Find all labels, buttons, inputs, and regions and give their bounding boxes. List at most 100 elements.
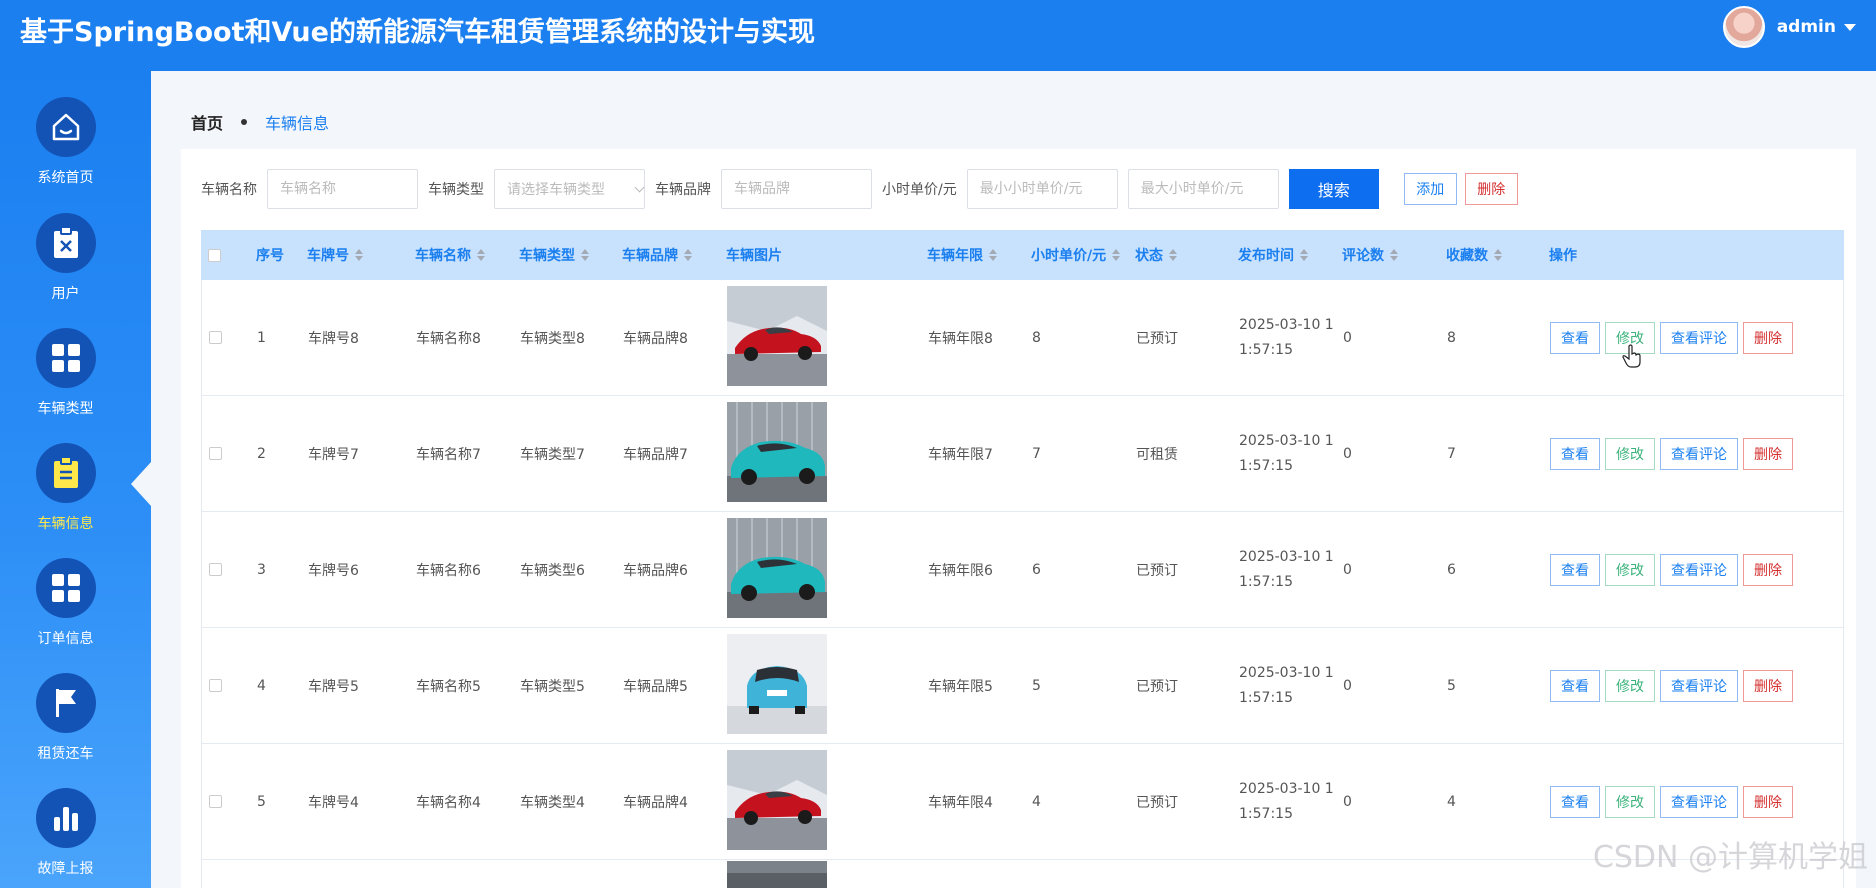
vehicle-brand-input[interactable] <box>721 169 872 209</box>
delete-button[interactable]: 删除 <box>1743 669 1793 702</box>
sidebar-item-fault-report[interactable]: 故障上报 <box>0 782 131 888</box>
grid-icon <box>35 328 96 388</box>
list-clipboard-icon <box>35 443 96 503</box>
col-header[interactable]: 收藏数 <box>1446 245 1502 265</box>
col-header[interactable]: 小时单价/元 <box>1031 245 1121 265</box>
view-button[interactable]: 查看 <box>1550 669 1600 702</box>
top-header: 基于SpringBoot和Vue的新能源汽车租赁管理系统的设计与实现 admin <box>0 0 1876 71</box>
row-actions: 查看 修改 查看评论 删除 <box>1550 785 1793 818</box>
max-price-input[interactable] <box>1127 169 1279 209</box>
col-header[interactable]: 车辆品牌 <box>622 245 692 265</box>
sort-icon <box>684 249 692 261</box>
content-panel: 车辆名称 车辆类型 请选择车辆类型 车辆品牌 小时单价/元 搜索 添加 删除 序… <box>181 149 1856 888</box>
col-header[interactable]: 评论数 <box>1342 245 1398 265</box>
watermark: CSDN @计算机学姐 <box>1592 840 1868 875</box>
row-checkbox[interactable] <box>209 447 222 460</box>
row-image[interactable] <box>727 285 827 390</box>
row-comments: 0 <box>1343 677 1352 694</box>
sidebar-item-vehicle-type[interactable]: 车辆类型 <box>0 322 131 432</box>
row-favorites: 5 <box>1447 677 1456 694</box>
row-image[interactable] <box>727 749 827 854</box>
row-years: 车辆年限6 <box>928 562 993 579</box>
col-header[interactable]: 车牌号 <box>307 245 363 265</box>
edit-button[interactable]: 修改 <box>1605 437 1655 470</box>
row-type: 车辆类型8 <box>520 330 585 347</box>
table-body: 1 车牌号8 车辆名称8 车辆类型8 车辆品牌8 车辆年限8 8 已预订 202… <box>201 280 1844 888</box>
vehicle-table: 序号 车牌号 车辆名称 车辆类型 车辆品牌 车辆图片 车辆年限 小时单价/元 状… <box>201 230 1844 888</box>
row-name: 车辆名称5 <box>416 678 481 695</box>
sidebar-item-users[interactable]: 用户 <box>0 207 131 317</box>
view-comments-button[interactable]: 查看评论 <box>1660 669 1738 702</box>
edit-button[interactable]: 修改 <box>1605 669 1655 702</box>
sort-icon <box>1390 249 1398 261</box>
caret-down-icon[interactable] <box>1844 23 1856 31</box>
view-button[interactable]: 查看 <box>1550 785 1600 818</box>
sort-icon <box>1169 249 1177 261</box>
delete-button[interactable]: 删除 <box>1743 553 1793 586</box>
col-header[interactable]: 状态 <box>1135 245 1177 265</box>
view-button[interactable]: 查看 <box>1550 553 1600 586</box>
row-status: 可租赁 <box>1136 446 1178 463</box>
view-button[interactable]: 查看 <box>1550 321 1600 354</box>
search-button[interactable]: 搜索 <box>1288 169 1379 209</box>
row-favorites: 8 <box>1447 329 1456 346</box>
row-publish-time: 2025-03-10 11:57:15 <box>1239 316 1334 358</box>
row-years: 车辆年限4 <box>928 794 993 811</box>
col-header[interactable]: 车辆名称 <box>415 245 485 265</box>
view-comments-button[interactable]: 查看评论 <box>1660 321 1738 354</box>
hand-cursor-icon <box>1622 344 1641 368</box>
row-price: 4 <box>1032 793 1041 810</box>
batch-delete-button[interactable]: 删除 <box>1464 173 1518 205</box>
col-header[interactable]: 车辆年限 <box>927 245 997 265</box>
delete-button[interactable]: 删除 <box>1743 321 1793 354</box>
sort-icon <box>581 249 589 261</box>
view-comments-button[interactable]: 查看评论 <box>1660 437 1738 470</box>
delete-button[interactable]: 删除 <box>1743 785 1793 818</box>
breadcrumb-home[interactable]: 首页 <box>191 110 223 134</box>
sidebar-item-rental-return[interactable]: 租赁还车 <box>0 667 131 777</box>
view-comments-button[interactable]: 查看评论 <box>1660 785 1738 818</box>
row-checkbox[interactable] <box>209 795 222 808</box>
row-price: 5 <box>1032 677 1041 694</box>
user-name[interactable]: admin <box>1777 17 1836 37</box>
row-image[interactable] <box>727 633 827 738</box>
row-checkbox[interactable] <box>209 563 222 576</box>
sort-icon <box>1494 249 1502 261</box>
avatar[interactable] <box>1722 6 1765 48</box>
view-button[interactable]: 查看 <box>1550 437 1600 470</box>
sidebar-item-label: 故障上报 <box>37 861 94 877</box>
row-comments: 0 <box>1343 329 1352 346</box>
row-name: 车辆名称7 <box>416 446 481 463</box>
row-publish-time: 2025-03-10 11:57:15 <box>1239 432 1334 474</box>
row-publish-time: 2025-03-10 11:57:15 <box>1239 780 1334 822</box>
edit-button[interactable]: 修改 <box>1605 553 1655 586</box>
vehicle-type-select[interactable]: 请选择车辆类型 <box>494 169 655 209</box>
min-price-input[interactable] <box>966 169 1118 209</box>
car-photo <box>727 749 827 850</box>
vehicle-name-input[interactable] <box>267 169 418 209</box>
row-favorites: 7 <box>1447 445 1456 462</box>
row-favorites: 6 <box>1447 561 1456 578</box>
row-plate: 车牌号5 <box>308 678 359 695</box>
delete-button[interactable]: 删除 <box>1743 437 1793 470</box>
row-name: 车辆名称6 <box>416 562 481 579</box>
col-header[interactable]: 发布时间 <box>1238 245 1308 265</box>
user-menu[interactable]: admin <box>1722 6 1856 48</box>
sort-icon <box>1300 249 1308 261</box>
col-header[interactable]: 车辆类型 <box>519 245 589 265</box>
sidebar-item-orders[interactable]: 订单信息 <box>0 552 131 662</box>
row-price: 6 <box>1032 561 1041 578</box>
select-all-checkbox[interactable] <box>208 248 221 262</box>
row-image[interactable] <box>727 517 827 622</box>
vehicle-type-placeholder[interactable]: 请选择车辆类型 <box>494 169 645 209</box>
view-comments-button[interactable]: 查看评论 <box>1660 553 1738 586</box>
type-label: 车辆类型 <box>428 182 484 198</box>
row-name: 车辆名称8 <box>416 330 481 347</box>
sidebar-item-home[interactable]: 系统首页 <box>0 91 131 201</box>
row-checkbox[interactable] <box>209 331 222 344</box>
row-checkbox[interactable] <box>209 679 222 692</box>
add-button[interactable]: 添加 <box>1403 173 1457 205</box>
sidebar-item-vehicle-info[interactable]: 车辆信息 <box>0 437 131 547</box>
edit-button[interactable]: 修改 <box>1605 785 1655 818</box>
row-image[interactable] <box>727 401 827 506</box>
